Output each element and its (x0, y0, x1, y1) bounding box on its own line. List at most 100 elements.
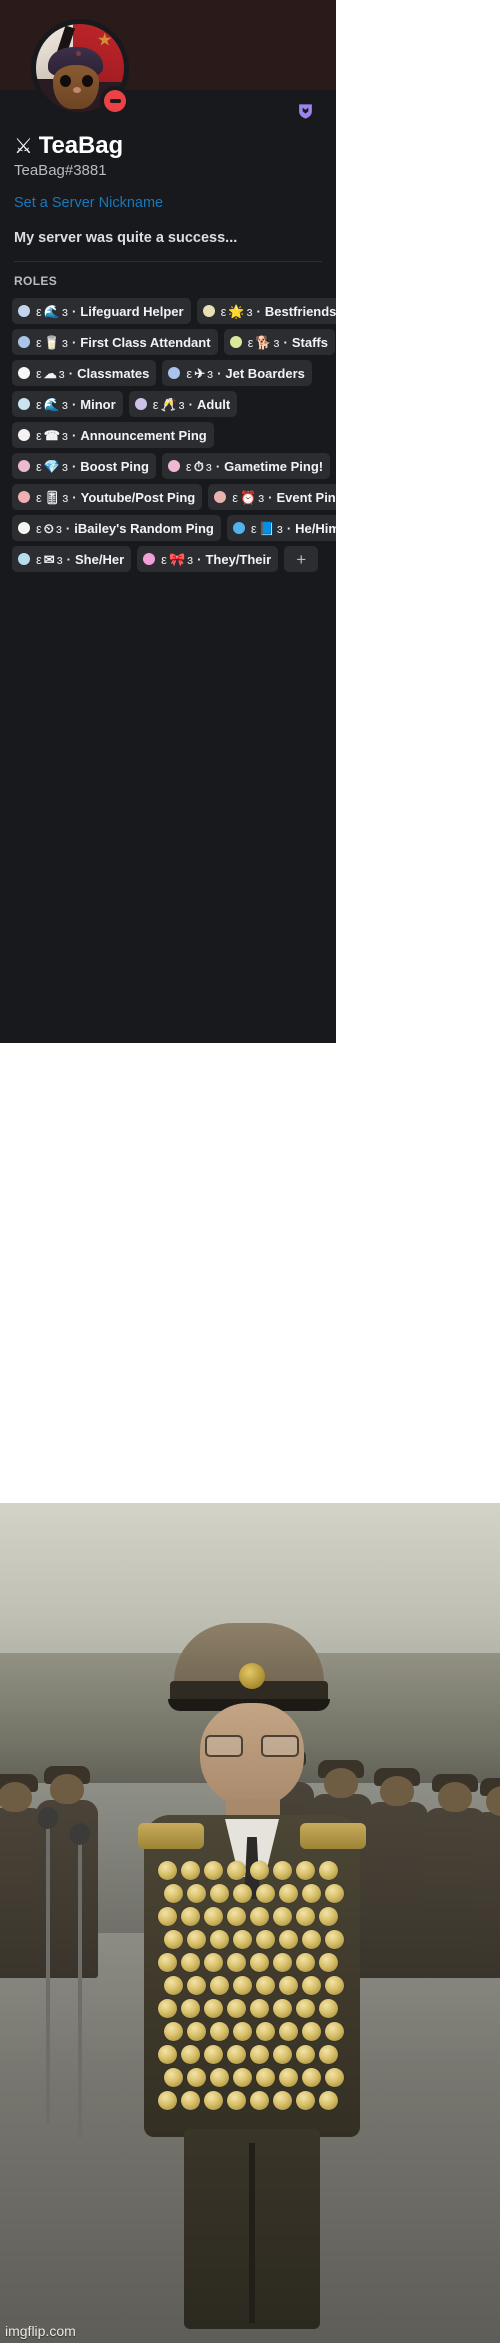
role-separator: · (71, 396, 77, 412)
role-separator: · (71, 334, 77, 350)
role-name: Event Ping (276, 489, 336, 505)
avatar-cat-eye-right (81, 75, 93, 88)
role-chip[interactable]: ε 🎀 ɜ · They/Their (137, 546, 279, 572)
role-chip[interactable]: ε 🐕 ɜ · Staffs (223, 329, 335, 355)
microphone-stand-two (66, 1820, 94, 2139)
medal (181, 1861, 200, 1880)
medal (273, 1907, 292, 1926)
medal (158, 1861, 177, 1880)
role-color-dot (229, 336, 242, 348)
medal (273, 1953, 292, 1972)
medal (273, 1999, 292, 2018)
role-emoji-icon: 🌊 (43, 396, 60, 412)
set-server-nickname-link[interactable]: Set a Server Nickname (14, 195, 163, 211)
medal (204, 1953, 223, 1972)
role-suffix-glyph: ɜ (61, 303, 68, 319)
role-separator: · (71, 458, 77, 474)
microphone-stand-one (34, 1804, 62, 2123)
medal (302, 1930, 321, 1949)
medal (227, 2045, 246, 2064)
role-prefix-glyph: ε (36, 365, 42, 381)
role-chip[interactable]: ε ✈ ɜ · Jet Boarders (162, 360, 312, 386)
medal (181, 1953, 200, 1972)
role-label: ε 🎀 ɜ · They/Their (161, 553, 271, 566)
role-suffix-glyph: ɜ (61, 396, 68, 412)
role-color-dot (18, 398, 30, 410)
medal (319, 2045, 338, 2064)
roles-list: ε 🌊 ɜ · Lifeguard Helper ε 🌟 ɜ · Bestfriends! ε 🥛 ɜ ·… (12, 298, 336, 572)
role-chip[interactable]: ε 🌊 ɜ · Lifeguard Helper (12, 298, 191, 324)
role-name: Gametime Ping! (224, 458, 324, 474)
role-chip[interactable]: ε 🎚 ɜ · Youtube/Post Ping (12, 484, 203, 510)
medal (210, 1930, 229, 1949)
role-chip[interactable]: ε 🥛 ɜ · First Class Attendant (12, 329, 218, 355)
role-color-dot (214, 491, 227, 503)
role-color-dot (202, 305, 215, 317)
crossed-swords-icon: ⚔ (14, 134, 33, 158)
medal (250, 1999, 269, 2018)
role-prefix-glyph: ε (36, 520, 42, 536)
role-chip[interactable]: ε 🌟 ɜ · Bestfriends! (196, 298, 336, 324)
role-chip[interactable]: ε ⏱ ɜ · Gametime Ping! (161, 453, 331, 479)
hypesquad-badge-icon[interactable] (297, 103, 314, 120)
role-name: Lifeguard Helper (80, 303, 184, 319)
medal (250, 2045, 269, 2064)
role-color-dot (168, 367, 181, 379)
status-badge[interactable] (100, 86, 130, 116)
role-color-dot (143, 553, 156, 565)
role-name: First Class Attendant (80, 334, 211, 350)
role-prefix-glyph: ε (36, 427, 42, 443)
role-name: Staffs (291, 334, 328, 350)
medal (233, 1884, 252, 1903)
role-chip[interactable]: ε⏰ɜ·Event Ping (208, 484, 336, 510)
role-chip[interactable]: ε 📘 ɜ · He/Him (226, 515, 336, 541)
medal (250, 2091, 269, 2110)
role-separator: · (71, 427, 77, 443)
medal (233, 1930, 252, 1949)
medal (302, 2068, 321, 2087)
medal (210, 1976, 229, 1995)
display-name: TeaBag (38, 132, 124, 159)
role-label: ε 🌊 ɜ · Lifeguard Helper (36, 305, 184, 318)
role-chip[interactable]: ε ✉ ɜ · She/Her (12, 546, 132, 572)
role-suffix-glyph: ɜ (187, 551, 194, 567)
role-suffix-glyph: ɜ (276, 520, 283, 536)
figure-epaulette-right (300, 1823, 366, 1849)
medal (296, 1907, 315, 1926)
role-prefix-glyph: ε (185, 458, 192, 474)
medal (273, 2045, 292, 2064)
role-label: ε 🥂 ɜ · Adult (153, 398, 231, 411)
medal (233, 2068, 252, 2087)
medal (187, 1930, 206, 1949)
role-prefix-glyph: ε (161, 551, 167, 567)
role-prefix-glyph: ε (250, 520, 257, 536)
role-prefix-glyph: ε (36, 489, 42, 505)
role-label: ε 🌟 ɜ · Bestfriends! (221, 305, 336, 318)
role-separator: · (71, 303, 77, 319)
figure-cap-badge (239, 1663, 265, 1689)
role-emoji-icon: ⏲ (43, 520, 54, 536)
avatar[interactable] (31, 19, 130, 117)
role-chip[interactable]: ε ⏲ ɜ · iBailey's Random Ping (12, 515, 221, 541)
role-name: Classmates (77, 365, 150, 381)
medal (164, 1976, 183, 1995)
role-emoji-icon: ⏰ (240, 489, 257, 505)
medal (210, 2022, 229, 2041)
medal (302, 1884, 321, 1903)
medal (227, 1907, 246, 1926)
role-name: Boost Ping (80, 458, 149, 474)
role-chip[interactable]: ε 💎 ɜ · Boost Ping (12, 453, 156, 479)
role-prefix-glyph: ε (232, 489, 239, 505)
role-color-dot (18, 336, 30, 348)
role-chip[interactable]: ε ☁ ɜ · Classmates (12, 360, 157, 386)
role-chip[interactable]: ε ☎ ɜ · Announcement Ping (12, 422, 214, 448)
roles-heading: ROLES (14, 274, 58, 288)
add-role-button[interactable]: + (284, 546, 319, 572)
role-chip[interactable]: ε 🥂 ɜ · Adult (128, 391, 238, 417)
medal (181, 1999, 200, 2018)
medal (227, 2091, 246, 2110)
role-chip[interactable]: ε 🌊 ɜ · Minor (12, 391, 123, 417)
role-separator: · (286, 520, 292, 536)
medal (204, 1861, 223, 1880)
role-color-dot (18, 429, 30, 441)
